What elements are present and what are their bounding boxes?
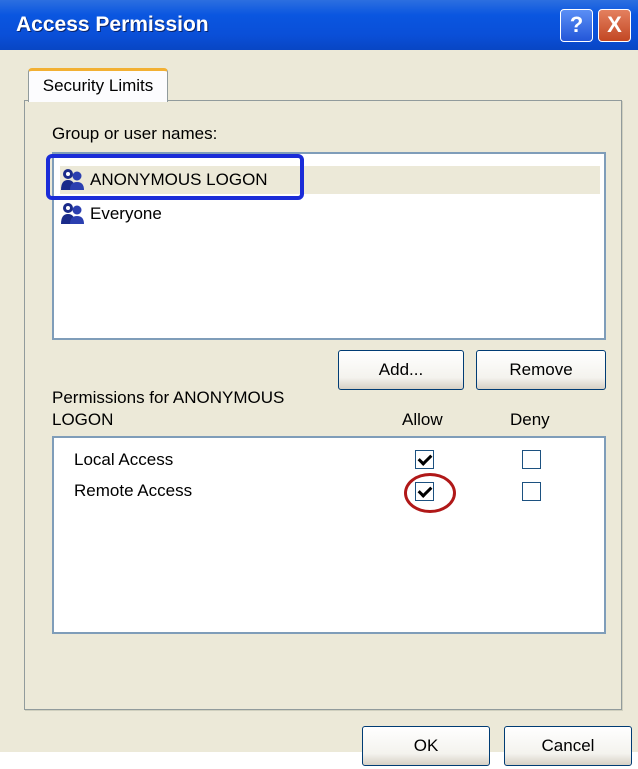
ok-button[interactable]: OK <box>362 726 490 766</box>
help-button[interactable]: ? <box>560 9 593 42</box>
tab-security-limits[interactable]: Security Limits <box>28 68 168 102</box>
permission-name-remote-access: Remote Access <box>74 481 193 500</box>
add-button[interactable]: Add... <box>338 350 464 390</box>
close-button[interactable]: X <box>598 9 631 42</box>
local-access-deny-checkbox[interactable] <box>522 450 541 469</box>
allow-column-header: Allow <box>402 410 443 429</box>
remote-access-deny-checkbox[interactable] <box>522 482 541 501</box>
selection-highlight-annotation <box>46 154 304 200</box>
cancel-button[interactable]: Cancel <box>504 726 632 766</box>
checkbox-highlight-annotation <box>404 473 456 513</box>
window-title: Access Permission <box>16 13 209 36</box>
users-icon <box>61 203 84 224</box>
dialog-window: Access Permission ? X Security Limits Gr… <box>0 0 638 766</box>
local-access-allow-checkbox[interactable] <box>415 450 434 469</box>
deny-column-header: Deny <box>510 410 550 429</box>
permissions-label-line2: LOGON <box>52 410 114 429</box>
title-bar[interactable]: Access Permission ? X <box>0 0 638 50</box>
list-item-label: Everyone <box>90 204 162 223</box>
permissions-label-line1: Permissions for ANONYMOUS <box>52 388 285 407</box>
list-item-everyone[interactable]: Everyone <box>60 200 162 228</box>
permission-name-local-access: Local Access <box>74 450 174 469</box>
remove-button[interactable]: Remove <box>476 350 606 390</box>
group-label: Group or user names: <box>52 124 218 143</box>
